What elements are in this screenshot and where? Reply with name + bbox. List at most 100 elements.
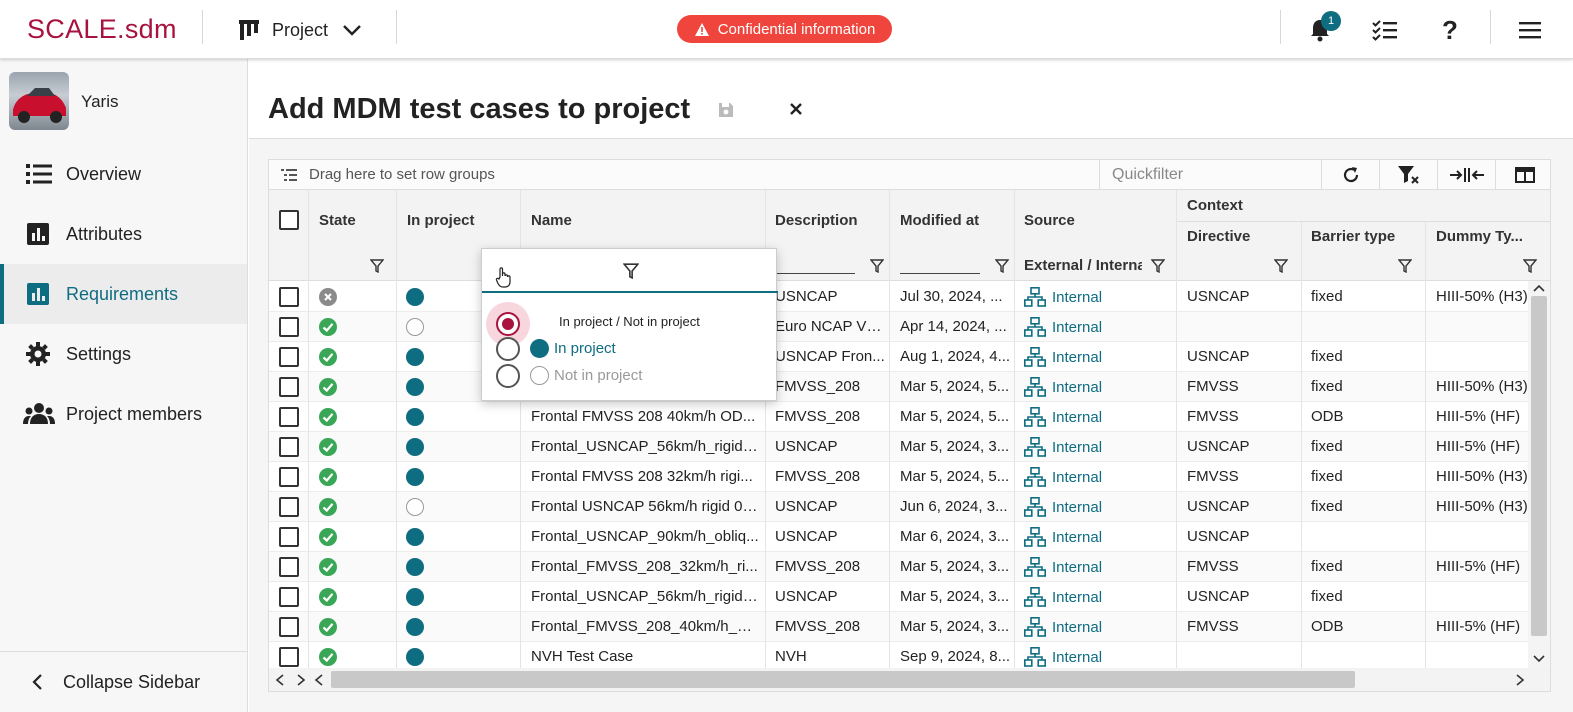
table-row[interactable]: Frontal FMVSS 208 32km/h rigi... FMVSS_20…	[269, 462, 1529, 492]
filter-option-label: In project / Not in project	[559, 314, 700, 329]
table-row[interactable]: Frontal_USNCAP_56km/h_rigid_... USNCAP Mar…	[269, 432, 1529, 462]
source-link[interactable]: Internal	[1024, 497, 1102, 517]
status-cancelled-icon	[319, 288, 337, 306]
table-row[interactable]: Frontal FMVSS 208 40km/h OD... FMVSS_208 M…	[269, 402, 1529, 432]
column-header-modified-at[interactable]: Modified at	[900, 212, 979, 229]
horizontal-scroll-thumb[interactable]	[331, 671, 1355, 688]
source-link[interactable]: Internal	[1024, 587, 1102, 607]
sidebar-item-attributes[interactable]: Attributes	[0, 204, 247, 264]
project-menu-button[interactable]: Project	[238, 17, 362, 43]
refresh-icon	[1343, 166, 1358, 182]
source-link[interactable]: Internal	[1024, 527, 1102, 547]
source-link[interactable]: Internal	[1024, 377, 1102, 397]
app-logo[interactable]: SCALE.sdm	[27, 14, 177, 45]
source-link[interactable]: Internal	[1024, 557, 1102, 577]
cell-modified-at: Jun 6, 2024, 3...	[900, 498, 1008, 515]
filter-modified-at[interactable]	[900, 253, 1015, 279]
radio-selected[interactable]	[496, 312, 520, 336]
status-ok-icon	[319, 468, 337, 486]
cell-modified-at: Sep 9, 2024, 8...	[900, 648, 1011, 665]
source-link[interactable]: Internal	[1024, 287, 1102, 307]
source-link[interactable]: Internal	[1024, 617, 1102, 637]
filter-option-all[interactable]: In project / Not in project	[482, 302, 778, 346]
filter-source[interactable]: External / Interna	[1024, 253, 1169, 279]
column-header-description[interactable]: Description	[775, 212, 858, 229]
select-all-checkbox[interactable]	[279, 210, 299, 230]
column-header-in-project[interactable]: In project	[407, 212, 475, 229]
close-button[interactable]	[787, 100, 805, 123]
sidebar-item-overview[interactable]: Overview	[0, 144, 247, 204]
column-header-directive[interactable]: Directive	[1187, 228, 1250, 245]
row-checkbox[interactable]	[279, 647, 299, 667]
horizontal-scrollbar[interactable]	[268, 668, 1551, 692]
row-checkbox[interactable]	[279, 287, 299, 307]
row-checkbox[interactable]	[279, 377, 299, 397]
table-row[interactable]: Frontal USNCAP 56km/h rigid 0°... USNCAP J…	[269, 492, 1529, 522]
row-checkbox[interactable]	[279, 317, 299, 337]
save-button[interactable]	[717, 101, 735, 124]
source-link[interactable]: Internal	[1024, 647, 1102, 667]
table-row[interactable]: USNCAP Fron... Aug 1, 2024, 4... Internal U…	[269, 342, 1529, 372]
row-checkbox[interactable]	[279, 587, 299, 607]
table-row[interactable]: Euro NCAP VTC Apr 14, 2024, ... Internal	[269, 312, 1529, 342]
column-header-dummy-type[interactable]: Dummy Ty...	[1436, 228, 1523, 245]
column-header-name[interactable]: Name	[531, 212, 572, 229]
table-row[interactable]: Frontal_FMVSS_208_40km/h_O... FMVSS_208 Ma…	[269, 612, 1529, 642]
row-checkbox[interactable]	[279, 407, 299, 427]
filter-directive[interactable]	[1187, 253, 1302, 279]
column-layout-button[interactable]	[1495, 160, 1553, 189]
column-header-barrier-type[interactable]: Barrier type	[1311, 228, 1395, 245]
source-link[interactable]: Internal	[1024, 347, 1102, 367]
row-groups-dropzone[interactable]: Drag here to set row groups	[309, 166, 495, 183]
filter-option-in-project[interactable]: In project	[482, 335, 778, 362]
source-link[interactable]: Internal	[1024, 467, 1102, 487]
source-link[interactable]: Internal	[1024, 407, 1102, 427]
table-row[interactable]: USNCAP Jul 30, 2024, ... Internal USNCAP fix…	[269, 282, 1529, 312]
table-row[interactable]: Frontal_FMVSS_208_32km/h_ri... FMVSS_208 M…	[269, 552, 1529, 582]
row-checkbox[interactable]	[279, 557, 299, 577]
vertical-scrollbar[interactable]	[1528, 281, 1550, 668]
cell-barrier-type: fixed	[1311, 498, 1343, 515]
filter-description[interactable]	[775, 253, 890, 279]
filter-clear-icon	[1397, 165, 1419, 184]
column-header-source[interactable]: Source	[1024, 212, 1075, 229]
cell-directive: USNCAP	[1187, 288, 1250, 305]
filter-state[interactable]	[309, 253, 397, 279]
status-ok-icon	[319, 498, 337, 516]
row-checkbox[interactable]	[279, 497, 299, 517]
sidebar-item-project-members[interactable]: Project members	[0, 384, 247, 444]
sidebar-item-requirements[interactable]: Requirements	[0, 264, 247, 324]
row-checkbox[interactable]	[279, 617, 299, 637]
network-icon	[1024, 647, 1046, 667]
collapse-sidebar-button[interactable]: Collapse Sidebar	[0, 651, 247, 712]
vertical-scroll-thumb[interactable]	[1531, 296, 1547, 636]
radio-unselected[interactable]	[496, 337, 520, 361]
help-button[interactable]: ?	[1436, 15, 1464, 45]
source-link[interactable]: Internal	[1024, 437, 1102, 457]
chevron-right-icon	[297, 674, 306, 686]
cell-description: FMVSS_208	[775, 558, 861, 575]
clear-filters-button[interactable]	[1379, 160, 1437, 189]
table-row[interactable]: FMVSS_208 Mar 5, 2024, 5... Internal FMVSS f…	[269, 372, 1529, 402]
radio-unselected[interactable]	[496, 364, 520, 388]
filter-barrier-type[interactable]	[1311, 253, 1426, 279]
main-menu-button[interactable]	[1516, 16, 1544, 44]
tasks-button[interactable]	[1371, 16, 1399, 44]
row-checkbox[interactable]	[279, 437, 299, 457]
column-header-state[interactable]: State	[319, 212, 356, 229]
source-link[interactable]: Internal	[1024, 317, 1102, 337]
row-checkbox[interactable]	[279, 347, 299, 367]
filter-dummy-type[interactable]	[1436, 253, 1550, 279]
cell-name: Frontal USNCAP 56km/h rigid 0°...	[531, 498, 759, 515]
fit-columns-button[interactable]	[1437, 160, 1495, 189]
row-checkbox[interactable]	[279, 527, 299, 547]
sidebar-item-settings[interactable]: Settings	[0, 324, 247, 384]
table-row[interactable]: NVH Test Case NVH Sep 9, 2024, 8... Interna…	[269, 642, 1529, 668]
table-row[interactable]: Frontal_USNCAP_90km/h_obliq... USNCAP Mar …	[269, 522, 1529, 552]
close-icon	[790, 103, 802, 115]
quickfilter-input[interactable]: Quickfilter	[1099, 160, 1321, 189]
filter-option-not-in-project[interactable]: Not in project	[482, 362, 778, 389]
refresh-button[interactable]	[1321, 160, 1379, 189]
row-checkbox[interactable]	[279, 467, 299, 487]
table-row[interactable]: Frontal_USNCAP_56km/h_rigid_... USNCAP Mar…	[269, 582, 1529, 612]
